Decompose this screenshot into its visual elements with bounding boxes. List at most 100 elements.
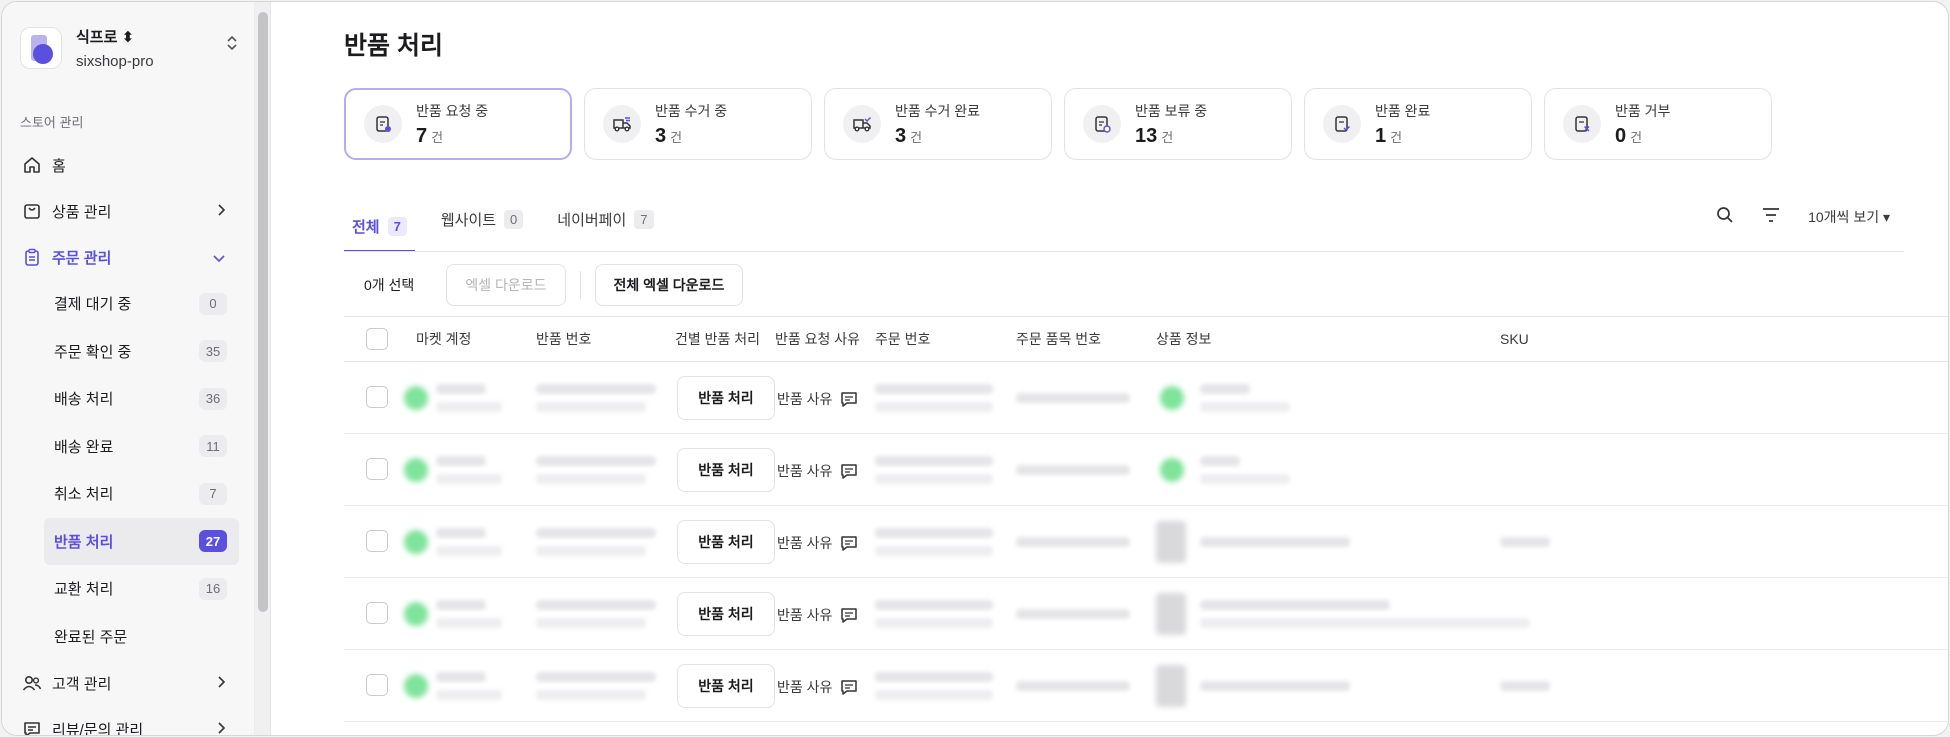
redacted-text [536,384,656,394]
sidebar-subitem-returns[interactable]: 반품 처리 27 [44,517,239,565]
column-header: 건별 반품 처리 [675,331,761,347]
row-checkbox[interactable] [366,530,388,552]
sidebar-subitem-delivered[interactable]: 배송 완료 11 [2,423,255,471]
search-icon[interactable] [1716,206,1734,227]
table-row[interactable]: 반품 처리 반품 사유 [344,506,1948,578]
subitem-label: 주문 확인 중 [54,343,132,361]
tab-count: 7 [387,216,407,236]
chevron-updown-icon[interactable] [226,34,238,55]
status-card-on-hold[interactable]: 반품 보류 중 13 건 [1064,88,1292,160]
card-unit: 건 [1390,129,1403,145]
market-logo [404,602,428,626]
redacted-text [1200,618,1530,628]
filter-icon[interactable] [1762,207,1780,226]
status-card-collecting[interactable]: 반품 수거 중 3건 [584,88,812,160]
excel-download-button[interactable]: 엑셀 다운로드 [446,264,566,306]
subitem-label: 취소 처리 [54,486,114,504]
status-card-requested[interactable]: 반품 요청 중 7건 [344,88,572,160]
reason-label: 반품 사유 [777,391,833,407]
status-card-rejected[interactable]: 반품 거부 0건 [1544,88,1772,160]
tab-count: 7 [634,209,654,229]
return-process-button[interactable]: 반품 처리 [677,592,775,636]
store-switcher[interactable]: 식프로 ⬍ sixshop-pro [20,20,240,76]
redacted-text [536,618,646,628]
table-row[interactable]: 반품 처리 반품 사유 [344,434,1948,506]
redacted-text [536,474,646,484]
sidebar-subitem-shipping[interactable]: 배송 처리 36 [2,375,255,423]
column-header: SKU [1500,331,1529,347]
sidebar-item-products[interactable]: 상품 관리 [2,188,255,234]
product-thumb [1160,458,1184,482]
count-badge: 7 [199,482,227,505]
table-row[interactable]: 반품 처리 반품 사유 [344,362,1948,434]
scrollbar-thumb[interactable] [258,12,268,612]
row-checkbox[interactable] [366,602,388,624]
doc-x-icon [1563,105,1601,143]
tab-count: 0 [504,209,524,229]
page-size-select[interactable]: 10개씩 보기 ▾ [1808,207,1890,227]
sidebar-item-home[interactable]: 홈 [2,142,255,188]
users-icon [22,673,42,693]
redacted-text [875,456,993,466]
card-label: 반품 거부 [1615,102,1671,119]
status-cards: 반품 요청 중 7건 반품 수거 중 3건 반품 수거 완료 3 건 반품 보류… [344,88,1772,160]
card-count: 3 [655,124,667,147]
selected-count: 0개 선택 [364,277,415,293]
chevron-down-icon [213,250,225,265]
card-unit: 건 [670,129,683,145]
return-process-button[interactable]: 반품 처리 [677,520,775,564]
card-unit: 건 [431,129,444,145]
status-card-collected[interactable]: 반품 수거 완료 3건 [824,88,1052,160]
return-reason[interactable]: 반품 사유 [777,605,858,625]
chevron-right-icon [217,721,226,736]
tab-all[interactable]: 전체 7 [344,202,415,252]
tab-label: 전체 [352,218,380,236]
redacted-text [875,546,993,556]
tab-naverpay[interactable]: 네이버페이 7 [549,202,661,236]
redacted-text [875,384,993,394]
row-checkbox[interactable] [366,674,388,696]
select-all-checkbox[interactable] [366,328,388,350]
status-card-completed[interactable]: 반품 완료 1건 [1304,88,1532,160]
redacted-text [1016,537,1130,547]
returns-table: 마켓 계정 반품 번호 건별 반품 처리 반품 요청 사유 주문 번호 주문 품… [344,316,1948,722]
bag-icon [22,201,42,221]
sidebar-item-orders[interactable]: 주문 관리 [2,234,255,280]
subitem-label: 배송 처리 [54,391,114,409]
redacted-text [1016,465,1130,475]
return-reason[interactable]: 반품 사유 [777,677,858,697]
sidebar-subitem-pending-payment[interactable]: 결제 대기 중 0 [2,280,255,328]
sidebar-scrollbar[interactable] [255,2,271,735]
sidebar-item-label: 고객 관리 [52,675,112,693]
sidebar-subitem-exchange[interactable]: 교환 처리 16 [2,565,255,613]
sidebar-subitem-cancel[interactable]: 취소 처리 7 [2,470,255,518]
sidebar-subitem-completed[interactable]: 완료된 주문 [2,613,255,661]
redacted-text [875,618,993,628]
chat-icon [22,719,42,735]
market-logo [404,386,428,410]
return-process-button[interactable]: 반품 처리 [677,448,775,492]
return-process-button[interactable]: 반품 처리 [677,376,775,420]
table-tools: 10개씩 보기 ▾ [1716,206,1890,227]
sidebar-item-reviews[interactable]: 리뷰/문의 관리 [2,706,255,736]
return-reason[interactable]: 반품 사유 [777,389,858,409]
excel-download-all-button[interactable]: 전체 엑셀 다운로드 [594,264,744,306]
redacted-text [1200,681,1350,691]
sidebar-subitem-confirming[interactable]: 주문 확인 중 35 [2,328,255,376]
subitem-label: 교환 처리 [54,581,114,599]
tab-website[interactable]: 웹사이트 0 [433,202,531,236]
return-process-button[interactable]: 반품 처리 [677,664,775,708]
table-row[interactable]: 반품 처리 반품 사유 [344,650,1948,722]
count-badge: 16 [199,577,227,600]
row-checkbox[interactable] [366,458,388,480]
redacted-text [1016,393,1130,403]
return-reason[interactable]: 반품 사유 [777,461,858,481]
return-reason[interactable]: 반품 사유 [777,533,858,553]
redacted-text [436,546,502,556]
product-thumb [1156,665,1186,707]
card-unit: 건 [1630,129,1643,145]
sidebar-item-customers[interactable]: 고객 관리 [2,660,255,706]
row-checkbox[interactable] [366,386,388,408]
table-row[interactable]: 반품 처리 반품 사유 [344,578,1948,650]
redacted-text [1200,384,1250,394]
